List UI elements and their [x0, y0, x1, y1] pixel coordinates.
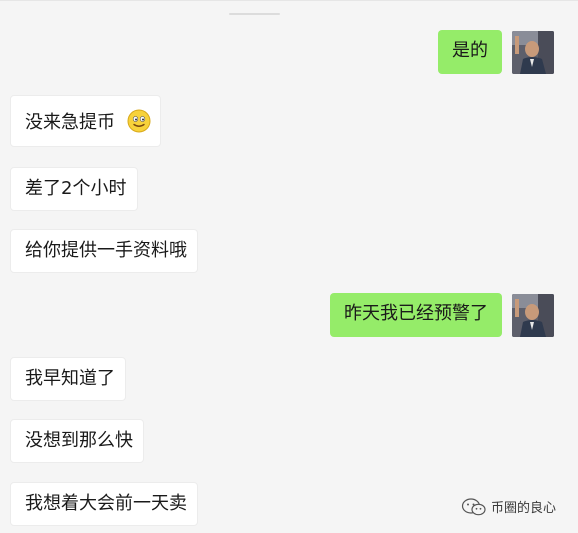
smiley-emoji-icon	[127, 109, 151, 133]
message-bubble-self[interactable]: 昨天我已经预警了	[330, 293, 502, 337]
message-text: 我想着大会前一天卖	[25, 493, 187, 514]
watermark-text: 币圈的良心	[491, 501, 557, 516]
avatar[interactable]	[512, 294, 554, 337]
message-text: 没想到那么快	[25, 430, 133, 451]
message-text: 是的	[452, 40, 488, 61]
message-bubble-other[interactable]: 没来急提币	[10, 95, 161, 147]
message-bubble-other[interactable]: 差了2个小时	[10, 167, 138, 211]
wechat-icon	[461, 497, 487, 516]
watermark: 币圈的良心	[461, 497, 556, 516]
message-bubble-other[interactable]: 给你提供一手资料哦	[10, 229, 198, 273]
message-text: 给你提供一手资料哦	[25, 240, 187, 261]
drag-handle	[229, 13, 280, 15]
message-bubble-other[interactable]: 没想到那么快	[10, 419, 144, 463]
avatar[interactable]	[512, 31, 554, 74]
message-text: 昨天我已经预警了	[344, 303, 488, 324]
message-text: 没来急提币	[25, 112, 115, 133]
message-text: 我早知道了	[25, 368, 115, 389]
message-bubble-self[interactable]: 是的	[438, 30, 502, 74]
message-text: 差了2个小时	[25, 178, 127, 199]
message-bubble-other[interactable]: 我想着大会前一天卖	[10, 482, 198, 526]
message-bubble-other[interactable]: 我早知道了	[10, 357, 126, 401]
top-divider	[0, 0, 578, 1]
